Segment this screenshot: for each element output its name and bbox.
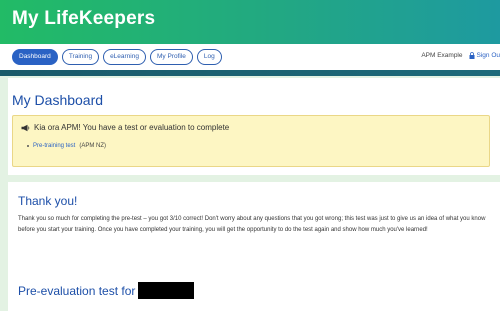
redacted-block <box>138 282 195 299</box>
megaphone-icon <box>21 124 30 131</box>
alert-list-item: Pre-training test (APM NZ) <box>27 143 106 149</box>
username: APM Example <box>421 52 463 59</box>
thankyou-body: Thank you so much for completing the pre… <box>18 216 486 233</box>
page-title: My Dashboard <box>12 92 104 108</box>
signout-label: Sign Ou <box>476 52 500 59</box>
pre-training-test-link[interactable]: Pre-training test <box>33 143 75 149</box>
nav-tabs: Dashboard Training eLearning My Profile … <box>12 49 222 65</box>
app-header: My LifeKeepers <box>0 0 500 44</box>
tab-elearning[interactable]: eLearning <box>103 49 146 65</box>
tab-log[interactable]: Log <box>196 49 222 65</box>
tab-dashboard[interactable]: Dashboard <box>12 49 58 65</box>
pre-evaluation-title: Pre-evaluation test for <box>18 283 136 298</box>
bullet <box>27 145 29 147</box>
lock-icon <box>469 52 474 59</box>
alert-box: Kia ora APM! You have a test or evaluati… <box>12 115 490 167</box>
navbar-strip <box>0 70 500 76</box>
alert-header: Kia ora APM! You have a test or evaluati… <box>21 123 229 132</box>
alert-item-suffix: (APM NZ) <box>79 143 107 149</box>
dashboard-panel: My Dashboard Kia ora APM! You have a tes… <box>8 78 500 175</box>
thankyou-title: Thank you! <box>18 194 78 208</box>
tab-my-profile[interactable]: My Profile <box>149 49 193 65</box>
signout-link[interactable]: Sign Ou <box>469 52 500 59</box>
app-title[interactable]: My LifeKeepers <box>12 8 155 30</box>
alert-message: Kia ora APM! You have a test or evaluati… <box>34 123 230 132</box>
user-area: APM Example Sign Ou <box>421 52 500 59</box>
tab-training[interactable]: Training <box>61 49 100 65</box>
thankyou-panel: Thank you! Thank you so much for complet… <box>8 182 500 311</box>
pre-evaluation-heading: Pre-evaluation test for <box>18 282 195 299</box>
